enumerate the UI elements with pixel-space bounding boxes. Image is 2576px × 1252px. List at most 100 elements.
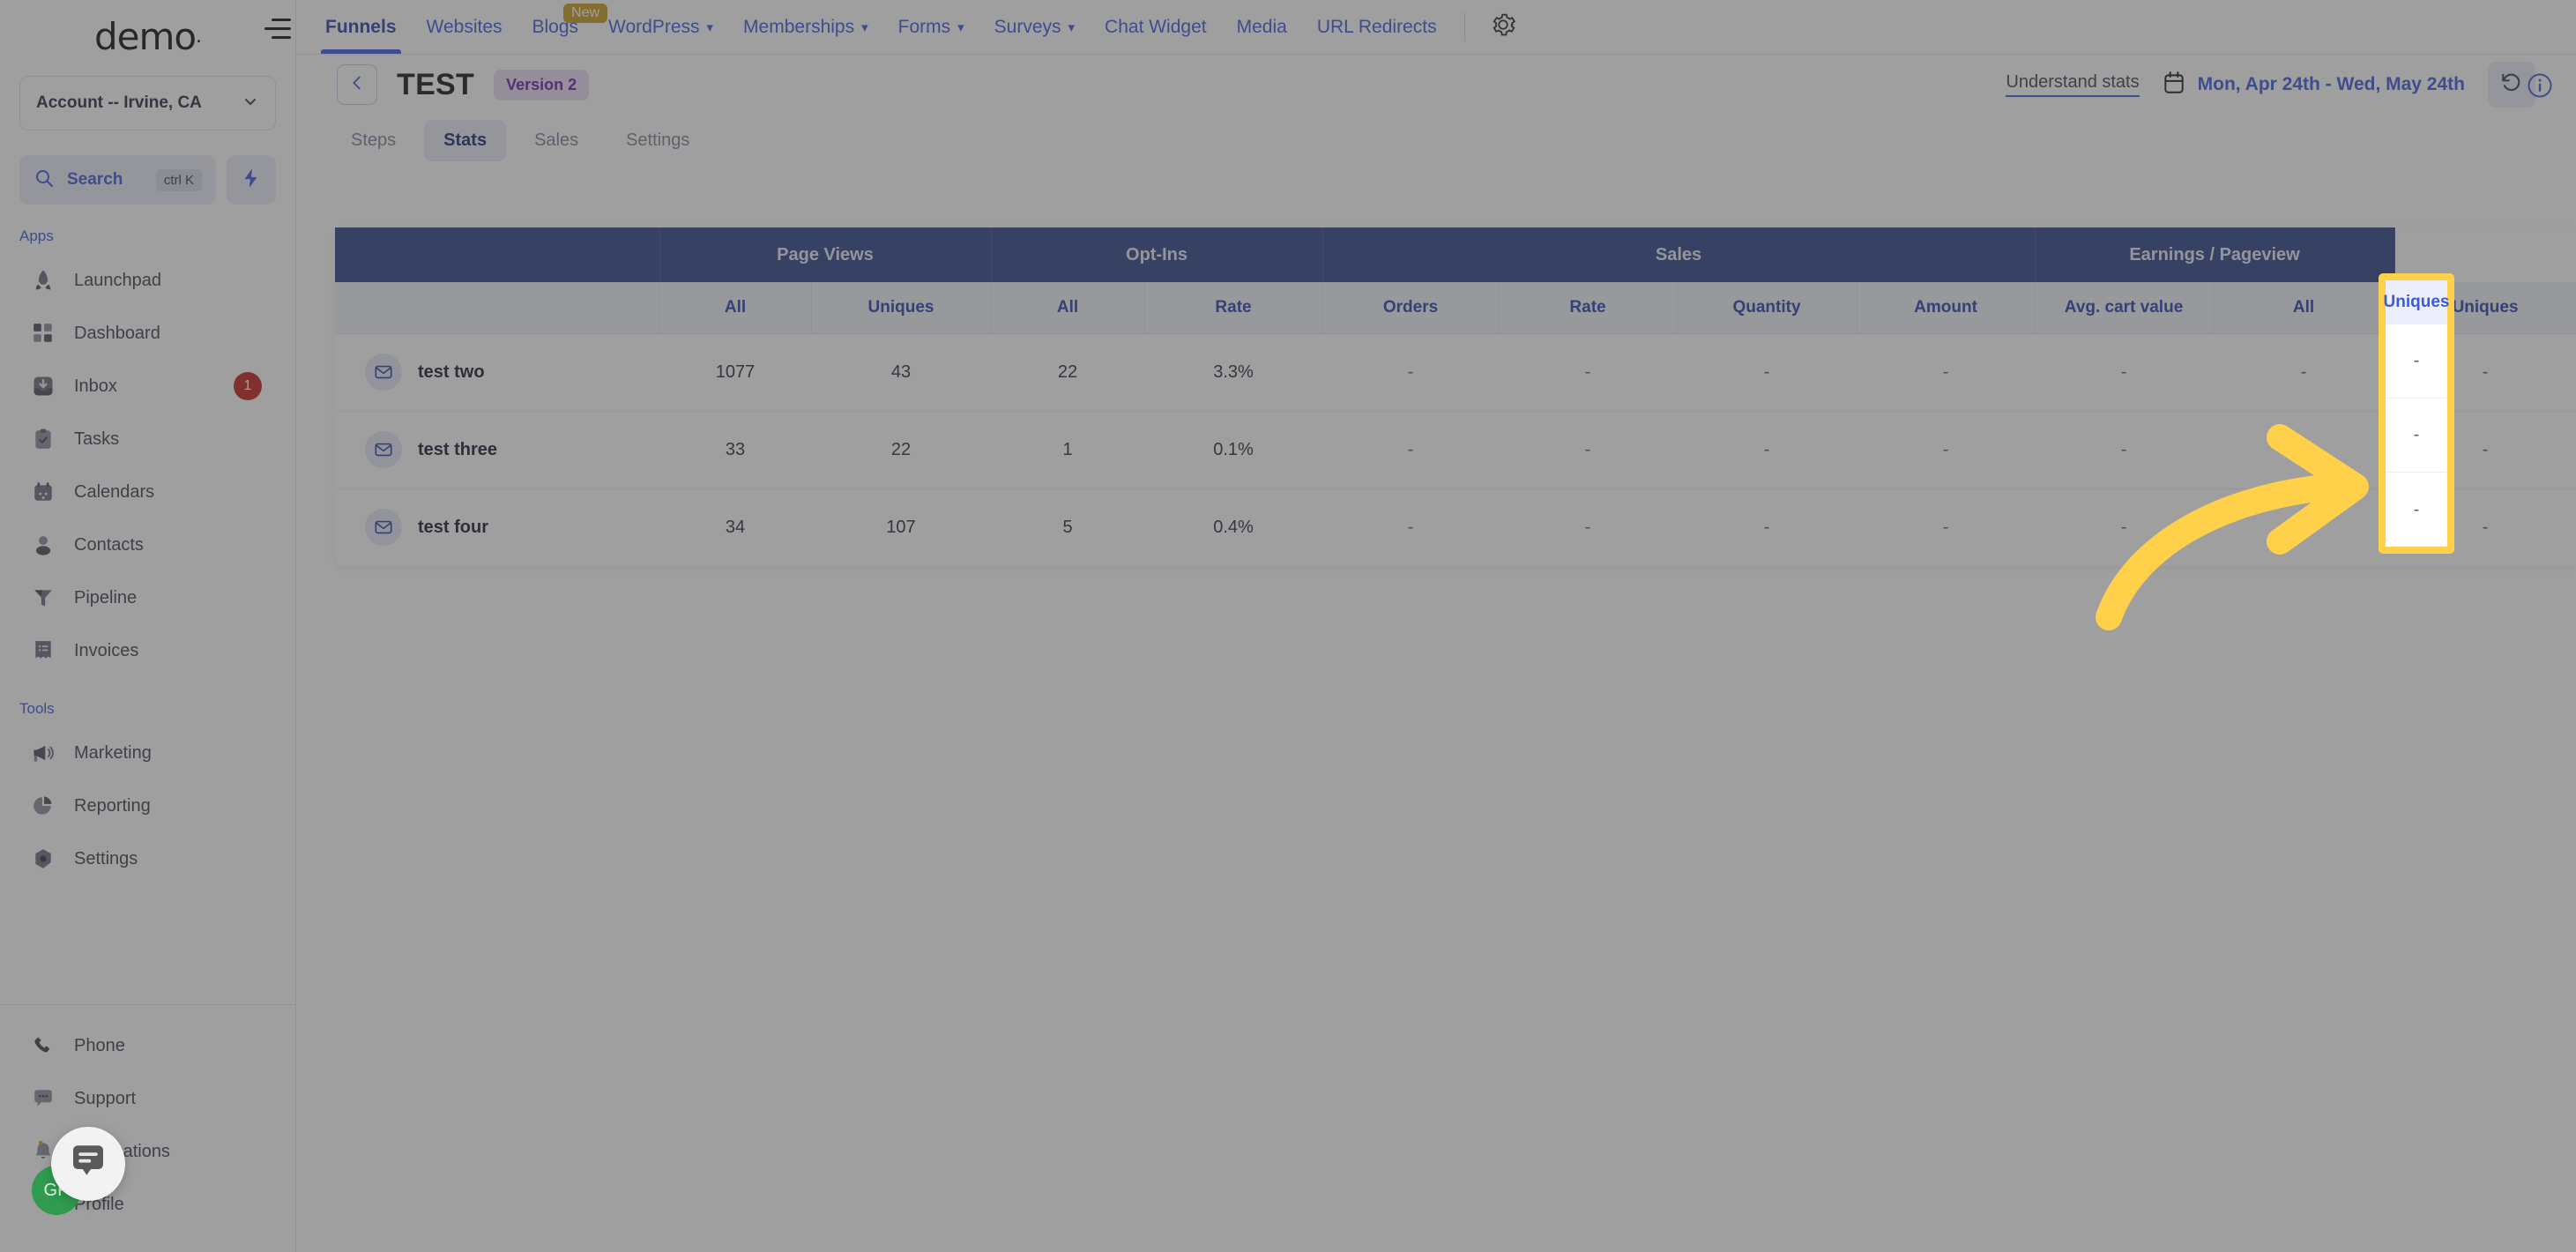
tab-media[interactable]: Media [1222, 0, 1302, 54]
row-name: test two [418, 361, 485, 382]
group-header-page-views: Page Views [659, 227, 992, 282]
back-button[interactable] [337, 64, 377, 105]
column-header-sales-amount[interactable]: Amount [1857, 282, 2036, 334]
account-selector[interactable]: Account -- Irvine, CA [19, 76, 276, 130]
cell-sales-rate: - [1499, 333, 1678, 412]
tab-forms[interactable]: Forms ▾ [883, 0, 979, 54]
tab-chat-widget[interactable]: Chat Widget [1090, 0, 1222, 54]
tab-settings[interactable]: Settings [607, 120, 709, 161]
tab-label: Websites [426, 16, 503, 37]
table-row[interactable]: test two 1077 43 22 3.3% - - - - - - - [335, 333, 2576, 412]
tab-sales[interactable]: Sales [515, 120, 598, 161]
cell-pageviews-all: 1077 [659, 333, 811, 412]
tab-surveys[interactable]: Surveys ▾ [979, 0, 1090, 54]
table-column-header-row: All Uniques All Rate Orders Rate Quantit… [335, 282, 2576, 334]
date-range-picker[interactable]: Mon, Apr 24th - Wed, May 24th [2163, 71, 2465, 100]
tab-url-redirects[interactable]: URL Redirects [1302, 0, 1452, 54]
tab-label: Media [1236, 16, 1287, 37]
rocket-icon [30, 267, 56, 294]
group-header-opt-ins: Opt-Ins [991, 227, 1323, 282]
column-header-earnings-all[interactable]: All [2213, 282, 2395, 334]
sidebar-item-inbox[interactable]: Inbox 1 [0, 360, 295, 413]
column-header-blank [335, 282, 660, 334]
tab-wordpress[interactable]: WordPress ▾ [593, 0, 728, 54]
cell-sales-amount: - [1857, 333, 2036, 412]
refresh-icon [2500, 71, 2523, 99]
sidebar-item-pipeline[interactable]: Pipeline [0, 571, 295, 624]
sidebar-item-calendars[interactable]: Calendars [0, 466, 295, 518]
gear-icon [1490, 11, 1516, 42]
stats-table: Page Views Opt-Ins Sales Earnings / Page… [335, 227, 2576, 566]
tab-stats[interactable]: Stats [424, 120, 507, 161]
group-header-earnings-pageview: Earnings / Pageview [2035, 227, 2395, 282]
tab-blogs[interactable]: Blogs New [517, 0, 608, 54]
mail-icon [365, 354, 402, 391]
tab-steps[interactable]: Steps [331, 120, 415, 161]
receipt-icon [30, 637, 56, 664]
cell-pageviews-uniques: 22 [811, 411, 992, 489]
cell-pageviews-all: 34 [725, 517, 746, 537]
clipboard-check-icon [30, 426, 56, 452]
settings-gear-button[interactable] [1478, 0, 1529, 54]
column-header-sales-quantity[interactable]: Quantity [1677, 282, 1858, 334]
sidebar-item-marketing[interactable]: Marketing [0, 727, 295, 779]
calendar-icon [30, 479, 56, 505]
date-range-value: Mon, Apr 24th - Wed, May 24th [2197, 74, 2465, 94]
sidebar-item-settings[interactable]: Settings [0, 832, 295, 885]
sidebar-item-contacts[interactable]: Contacts [0, 518, 295, 571]
group-header-blank [335, 227, 660, 282]
cell-sales-amount: - [1857, 411, 2036, 489]
tab-label: Funnels [325, 16, 397, 37]
megaphone-icon [30, 740, 56, 766]
table-row[interactable]: test three 33 22 1 0.1% - - - - - - - [335, 411, 2576, 489]
cell-sales-quantity: - [1677, 333, 1858, 412]
chat-dots-icon [30, 1085, 56, 1112]
column-header-sales-orders[interactable]: Orders [1322, 282, 1500, 334]
column-header-pageviews-uniques[interactable]: Uniques [811, 282, 992, 334]
chat-widget-button[interactable] [51, 1127, 125, 1201]
understand-stats-link[interactable]: Understand stats [2006, 72, 2140, 97]
info-button[interactable] [2527, 72, 2553, 103]
sidebar-item-invoices[interactable]: Invoices [0, 624, 295, 677]
tab-websites[interactable]: Websites [412, 0, 517, 54]
cell-earnings-all: - [2300, 517, 2307, 537]
cell-sales-avg-cart-value: - [2120, 517, 2127, 537]
sidebar-item-launchpad[interactable]: Launchpad [0, 254, 295, 307]
sidebar-item-label: Pipeline [74, 587, 138, 607]
sidebar-item-support[interactable]: Support [0, 1072, 295, 1125]
sidebar-item-tasks[interactable]: Tasks [0, 413, 295, 466]
sidebar-item-label: Dashboard [74, 323, 160, 343]
tab-funnels[interactable]: Funnels [310, 0, 412, 54]
column-header-sales-avg-cart-value[interactable]: Avg. cart value [2035, 282, 2214, 334]
sidebar-item-phone[interactable]: Phone [0, 1019, 295, 1072]
sidebar-item-reporting[interactable]: Reporting [0, 779, 295, 832]
cell-sales-avg-cart-value: - [2035, 333, 2214, 412]
row-name: test four [418, 517, 488, 537]
column-header-pageviews-all[interactable]: All [659, 282, 812, 334]
column-header-optins-rate[interactable]: Rate [1144, 282, 1323, 334]
chevron-down-icon: ▾ [957, 19, 964, 35]
brand-dot: . [196, 25, 202, 48]
search-input[interactable]: Search ctrl K [19, 155, 216, 205]
top-navigation: Funnels Websites Blogs New WordPress ▾ M… [296, 0, 2576, 55]
hamburger-icon[interactable] [261, 18, 291, 39]
cell-optins-rate: 0.4% [1213, 517, 1254, 537]
sidebar-item-dashboard[interactable]: Dashboard [0, 307, 295, 360]
phone-icon [30, 1032, 56, 1059]
sidebar-item-label: Inbox [74, 376, 117, 396]
funnel-icon [30, 585, 56, 611]
column-header-optins-all[interactable]: All [991, 282, 1145, 334]
tab-memberships[interactable]: Memberships ▾ [728, 0, 883, 54]
cell-pageviews-uniques: 43 [811, 333, 992, 412]
sidebar-bottom-nav: Phone Support Notifications Profile [0, 1004, 295, 1252]
column-header-earnings-uniques[interactable]: Uniques [2394, 282, 2576, 334]
section-label-apps: Apps [19, 227, 54, 244]
quick-actions-button[interactable] [227, 155, 276, 205]
divider [1463, 12, 1465, 41]
chat-bubble-icon [67, 1141, 109, 1188]
column-header-sales-rate[interactable]: Rate [1499, 282, 1678, 334]
group-header-sales: Sales [1322, 227, 2036, 282]
table-row[interactable]: test four 34 107 5 0.4% - - - - - - - [335, 488, 2576, 566]
inbox-badge: 1 [234, 372, 262, 400]
account-label: Account -- Irvine, CA [36, 93, 202, 112]
